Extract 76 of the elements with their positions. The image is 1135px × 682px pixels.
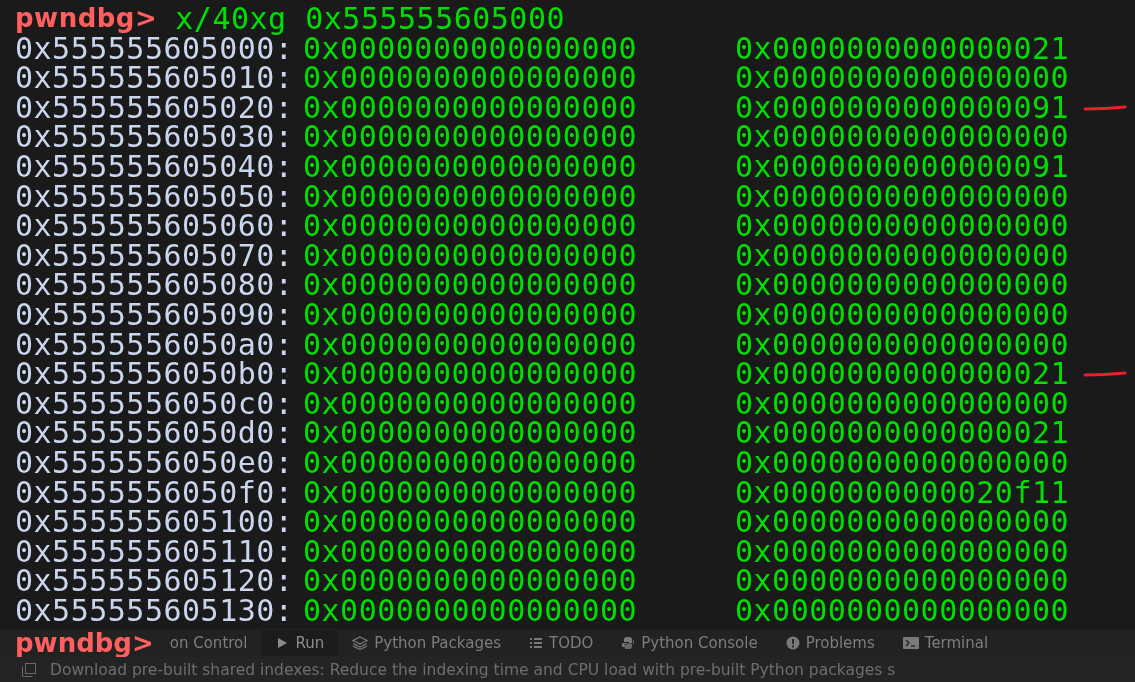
- memory-value: 0x0000000000000000: [735, 536, 1071, 567]
- memory-value: 0x0000000000000000: [303, 181, 639, 212]
- command-text: x/40xg 0x555555605000: [175, 4, 566, 34]
- memory-value: 0x0000000000000000: [735, 566, 1071, 596]
- memory-value: 0x0000000000000000: [303, 566, 639, 596]
- memory-value: 0x0000000000000000: [303, 92, 639, 123]
- memory-value: 0x0000000000000000: [735, 122, 1071, 152]
- memory-value: 0x0000000000000000: [735, 299, 1071, 330]
- memory-value: 0x0000000000020f11: [735, 477, 1071, 508]
- memory-address: 0x555555605110:: [15, 536, 295, 567]
- memory-value: 0x0000000000000000: [303, 595, 639, 626]
- memory-value: 0x0000000000000000: [735, 595, 1071, 626]
- memory-value: 0x0000000000000000: [735, 507, 1071, 537]
- memory-value: 0x0000000000000000: [303, 418, 639, 448]
- memory-address: 0x5555556050d0:: [15, 418, 295, 448]
- memory-address: 0x555555605050:: [15, 181, 295, 212]
- tool-window-tab[interactable]: Python Console: [607, 630, 772, 656]
- memory-address: 0x555555605010:: [15, 63, 295, 93]
- memory-value: 0x0000000000000021: [735, 418, 1071, 448]
- memory-value: 0x0000000000000000: [735, 63, 1071, 93]
- prompt: pwndbg>: [14, 629, 155, 657]
- list-icon: [529, 637, 543, 649]
- status-message: Download pre-built shared indexes: Reduce the indexing time and CPU load with pre-built Python packages s: [50, 660, 896, 679]
- memory-value: 0x0000000000000000: [735, 240, 1071, 271]
- memory-address: 0x555555605100:: [15, 507, 295, 537]
- memory-value: 0x0000000000000000: [303, 299, 639, 330]
- memory-value: 0x0000000000000000: [735, 388, 1071, 419]
- memory-value: 0x0000000000000000: [735, 329, 1071, 360]
- memory-value: 0x0000000000000000: [303, 151, 639, 182]
- memory-value: 0x0000000000000000: [735, 447, 1071, 478]
- memory-value: 0x0000000000000091: [735, 151, 1071, 182]
- memory-value: 0x0000000000000000: [303, 122, 639, 152]
- memory-address: 0x5555556050f0:: [15, 477, 295, 508]
- prompt: pwndbg>: [15, 4, 158, 34]
- windows-icon: [22, 662, 36, 677]
- memory-address: 0x555555605070:: [15, 240, 295, 271]
- memory-value: 0x0000000000000000: [735, 211, 1071, 241]
- memory-address: 0x5555556050c0:: [15, 388, 295, 419]
- memory-address: 0x555555605020:: [15, 92, 295, 123]
- memory-value: 0x0000000000000000: [303, 388, 639, 419]
- memory-address: 0x5555556050a0:: [15, 329, 295, 360]
- tool-window-tab[interactable]: Python Packages: [338, 630, 515, 656]
- memory-value: 0x0000000000000000: [303, 477, 639, 508]
- memory-value: 0x0000000000000000: [303, 536, 639, 567]
- python-icon: [621, 636, 636, 650]
- memory-address: 0x555555605130:: [15, 595, 295, 626]
- tool-window-tab[interactable]: TODO: [515, 630, 608, 656]
- tool-window-tab[interactable]: on Control: [155, 630, 262, 656]
- memory-address: 0x555555605090:: [15, 299, 295, 330]
- memory-value: 0x0000000000000000: [303, 270, 639, 300]
- tool-window-tab[interactable]: Terminal: [888, 630, 1003, 656]
- memory-address: 0x555555605030:: [15, 122, 295, 152]
- memory-value: 0x0000000000000000: [735, 181, 1071, 212]
- memory-address: 0x555555605060:: [15, 211, 295, 241]
- memory-address: 0x555555605120:: [15, 566, 295, 596]
- warning-icon: [785, 636, 800, 650]
- memory-value: 0x0000000000000021: [735, 359, 1071, 389]
- memory-address: 0x5555556050b0:: [15, 359, 295, 389]
- memory-address: 0x5555556050e0:: [15, 447, 295, 478]
- memory-value: 0x0000000000000000: [303, 359, 639, 389]
- memory-value: 0x0000000000000000: [735, 270, 1071, 300]
- memory-address: 0x555555605040:: [15, 151, 295, 182]
- memory-value: 0x0000000000000000: [303, 33, 639, 64]
- tool-window-tab[interactable]: Problems: [771, 630, 889, 656]
- memory-address: 0x555555605080:: [15, 270, 295, 300]
- memory-value: 0x0000000000000000: [303, 240, 639, 271]
- memory-value: 0x0000000000000000: [303, 329, 639, 360]
- memory-value: 0x0000000000000000: [303, 507, 639, 537]
- memory-value: 0x0000000000000091: [735, 92, 1071, 123]
- layers-icon: [352, 636, 369, 650]
- memory-value: 0x0000000000000000: [303, 63, 639, 93]
- memory-value: 0x0000000000000021: [735, 33, 1071, 64]
- tool-window-tab[interactable]: Run: [261, 630, 339, 656]
- memory-value: 0x0000000000000000: [303, 211, 639, 241]
- terminal-icon: [902, 636, 919, 650]
- memory-value: 0x0000000000000000: [303, 447, 639, 478]
